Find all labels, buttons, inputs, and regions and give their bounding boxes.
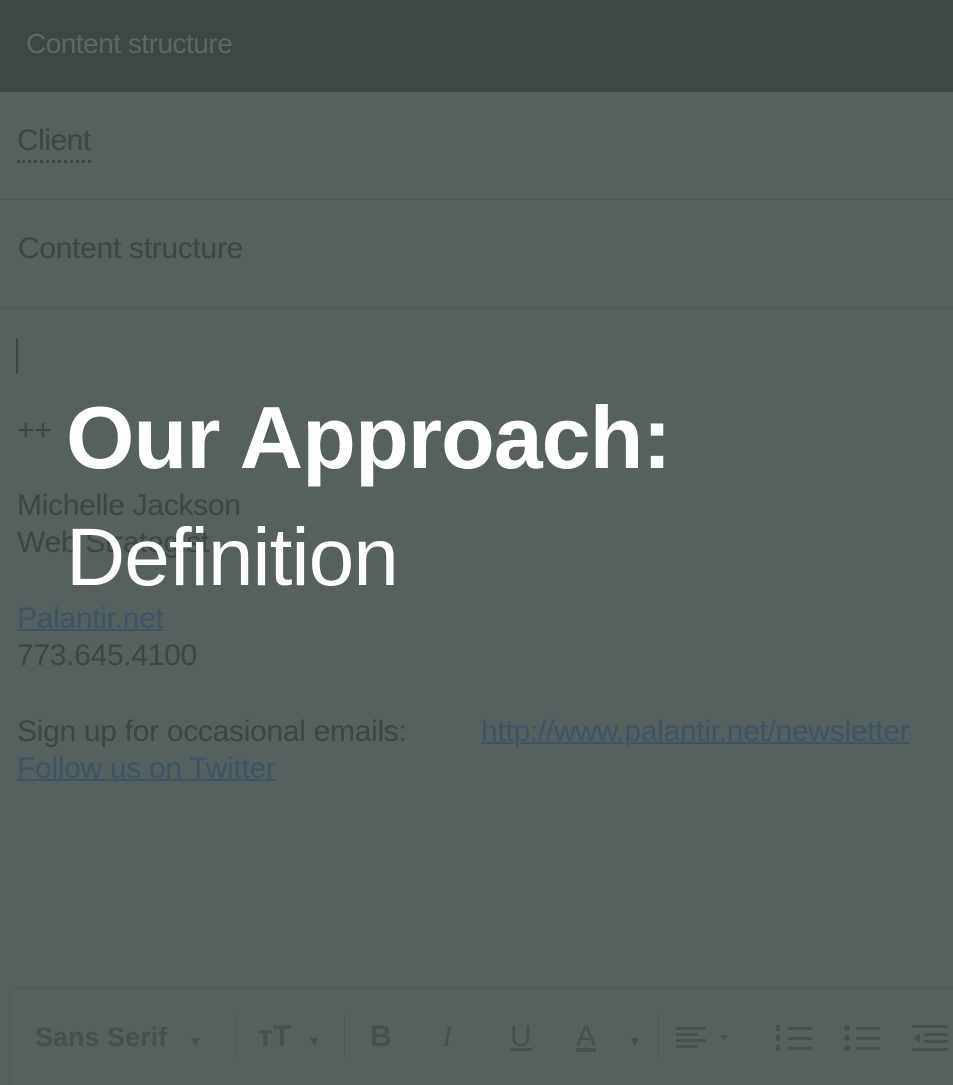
bulleted-list-button[interactable] — [844, 1019, 884, 1055]
numbered-list-button[interactable] — [776, 1019, 816, 1055]
compose-title: Content structure — [26, 28, 233, 59]
text-color-button[interactable]: A — [576, 1019, 596, 1055]
underline-icon: U — [510, 1020, 532, 1053]
newsletter-prefix: Sign up for occasional emails: — [17, 715, 407, 748]
bold-button[interactable]: B — [370, 1019, 392, 1055]
subject-input[interactable]: Content structure — [18, 232, 243, 266]
twitter-link[interactable]: Follow us on Twitter — [17, 752, 276, 786]
chevron-down-icon: ▼ — [188, 1033, 203, 1049]
font-size-icon: ᴛT — [258, 1020, 292, 1053]
chevron-down-icon: ▼ — [628, 1033, 642, 1049]
text-color-dropdown[interactable]: ▼ — [628, 1019, 642, 1055]
slide-title: Our Approach: — [66, 388, 672, 487]
recipients-field[interactable] — [0, 92, 953, 200]
font-family-select[interactable]: Sans Serif ▼ — [35, 1019, 202, 1055]
align-button[interactable] — [676, 1019, 732, 1055]
numbered-list-icon — [776, 1025, 812, 1051]
recipient-chip[interactable]: Client — [17, 124, 91, 163]
bold-icon: B — [370, 1020, 392, 1053]
compose-titlebar: Content structure — [0, 0, 953, 92]
indent-icon — [912, 1025, 948, 1051]
text-color-icon: A — [576, 1020, 597, 1053]
toolbar-divider — [236, 1013, 237, 1059]
signature-phone: 773.645.4100 — [17, 639, 197, 672]
align-left-icon — [676, 1027, 728, 1048]
italic-button[interactable]: I — [442, 1019, 452, 1055]
font-size-button[interactable]: ᴛT ▼ — [258, 1019, 321, 1055]
underline-button[interactable]: U — [510, 1019, 532, 1055]
chevron-down-icon: ▼ — [307, 1033, 322, 1049]
font-family-label: Sans Serif — [35, 1022, 168, 1052]
signature-separator: ++ — [17, 414, 52, 447]
text-cursor — [16, 338, 18, 374]
slide-subtitle: Definition — [66, 512, 399, 603]
toolbar-divider — [658, 1013, 659, 1059]
italic-icon: I — [442, 1020, 452, 1053]
bulleted-list-icon — [844, 1025, 880, 1051]
indent-button[interactable] — [912, 1019, 952, 1055]
toolbar-divider — [344, 1013, 345, 1059]
formatting-toolbar: Sans Serif ▼ ᴛT ▼ B I U A ▼ — [9, 988, 953, 1085]
newsletter-link[interactable]: http://www.palantir.net/newsletter — [481, 715, 910, 749]
